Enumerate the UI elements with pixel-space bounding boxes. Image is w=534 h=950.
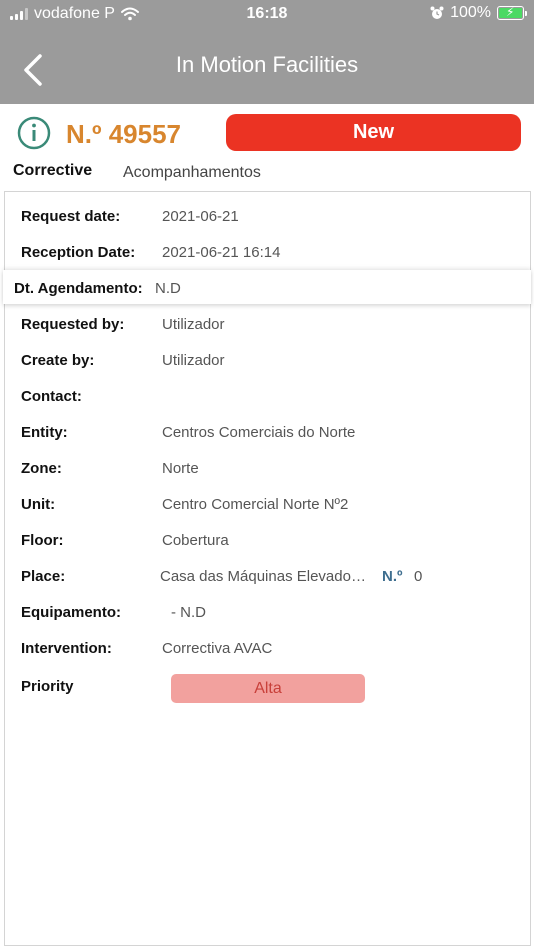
battery-percent: 100%: [450, 4, 491, 21]
place-number-value: 0: [414, 568, 423, 585]
priority-badge: Alta: [171, 674, 365, 703]
detail-value: Utilizador: [162, 316, 225, 333]
detail-label: Request date:: [21, 208, 121, 225]
detail-value: Centro Comercial Norte Nº2: [162, 496, 349, 513]
detail-value: Correctiva AVAC: [162, 640, 273, 657]
detail-label: Place:: [21, 568, 66, 585]
status-bar: vodafone P 16:18 100% ⚡: [0, 0, 534, 28]
detail-row-create-by: Create by: Utilizador: [21, 346, 521, 376]
alarm-icon: [430, 6, 444, 19]
detail-row-reception-date: Reception Date: 2021-06-21 16:14: [21, 238, 521, 268]
detail-row-priority: Priority Alta: [21, 673, 521, 703]
detail-row-intervention: Intervention: Correctiva AVAC: [21, 634, 521, 664]
detail-label: Contact:: [21, 388, 82, 405]
tab-bar: Corrective Acompanhamentos: [0, 160, 534, 190]
detail-label: Entity:: [21, 424, 68, 441]
top-bar: vodafone P 16:18 100% ⚡ In Motion Facili…: [0, 0, 534, 104]
tab-acompanhamentos[interactable]: Acompanhamentos: [123, 164, 261, 182]
info-icon[interactable]: [17, 116, 51, 150]
page-title: In Motion Facilities: [175, 52, 359, 77]
detail-label: Priority: [21, 678, 74, 695]
detail-label: Zone:: [21, 460, 62, 477]
detail-row-zone: Zone: Norte: [21, 454, 521, 484]
detail-value: - N.D: [171, 604, 206, 621]
detail-value: Utilizador: [162, 352, 225, 369]
detail-row-requested-by: Requested by: Utilizador: [21, 310, 521, 340]
detail-label: Reception Date:: [21, 244, 136, 261]
detail-label: Dt. Agendamento:: [14, 280, 143, 297]
detail-row-entity: Entity: Centros Comerciais do Norte: [21, 418, 521, 448]
battery-icon: ⚡: [497, 5, 527, 20]
ticket-number: N.º 49557: [66, 119, 182, 149]
detail-label: Floor:: [21, 532, 64, 549]
detail-value[interactable]: Casa das Máquinas Elevado…: [160, 568, 366, 585]
detail-row-floor: Floor: Cobertura: [21, 526, 521, 556]
detail-label: Intervention:: [21, 640, 112, 657]
detail-value: 2021-06-21: [162, 208, 239, 225]
detail-row-unit: Unit: Centro Comercial Norte Nº2: [21, 490, 521, 520]
detail-value: Norte: [162, 460, 199, 477]
detail-value: N.D: [155, 280, 181, 297]
detail-label: Requested by:: [21, 316, 125, 333]
detail-label: Equipamento:: [21, 604, 121, 621]
detail-value: Cobertura: [162, 532, 229, 549]
detail-value: 2021-06-21 16:14: [162, 244, 281, 261]
ticket-header: N.º 49557 New: [0, 104, 534, 162]
detail-row-contact: Contact:: [21, 382, 521, 412]
tab-corrective[interactable]: Corrective: [13, 162, 92, 180]
place-number-label: N.º: [382, 568, 403, 585]
detail-label: Create by:: [21, 352, 95, 369]
detail-row-request-date: Request date: 2021-06-21: [21, 202, 521, 232]
detail-row-dt-agendamento: Dt. Agendamento: N.D: [3, 270, 531, 304]
detail-row-equipamento: Equipamento: - N.D: [21, 598, 521, 628]
detail-label: Unit:: [21, 496, 56, 513]
detail-value: Centros Comerciais do Norte: [162, 424, 356, 441]
status-new-button[interactable]: New: [226, 114, 521, 151]
details-card: Request date: 2021-06-21 Reception Date:…: [4, 191, 531, 946]
detail-row-place: Place: Casa das Máquinas Elevado… N.º 0: [21, 562, 521, 592]
